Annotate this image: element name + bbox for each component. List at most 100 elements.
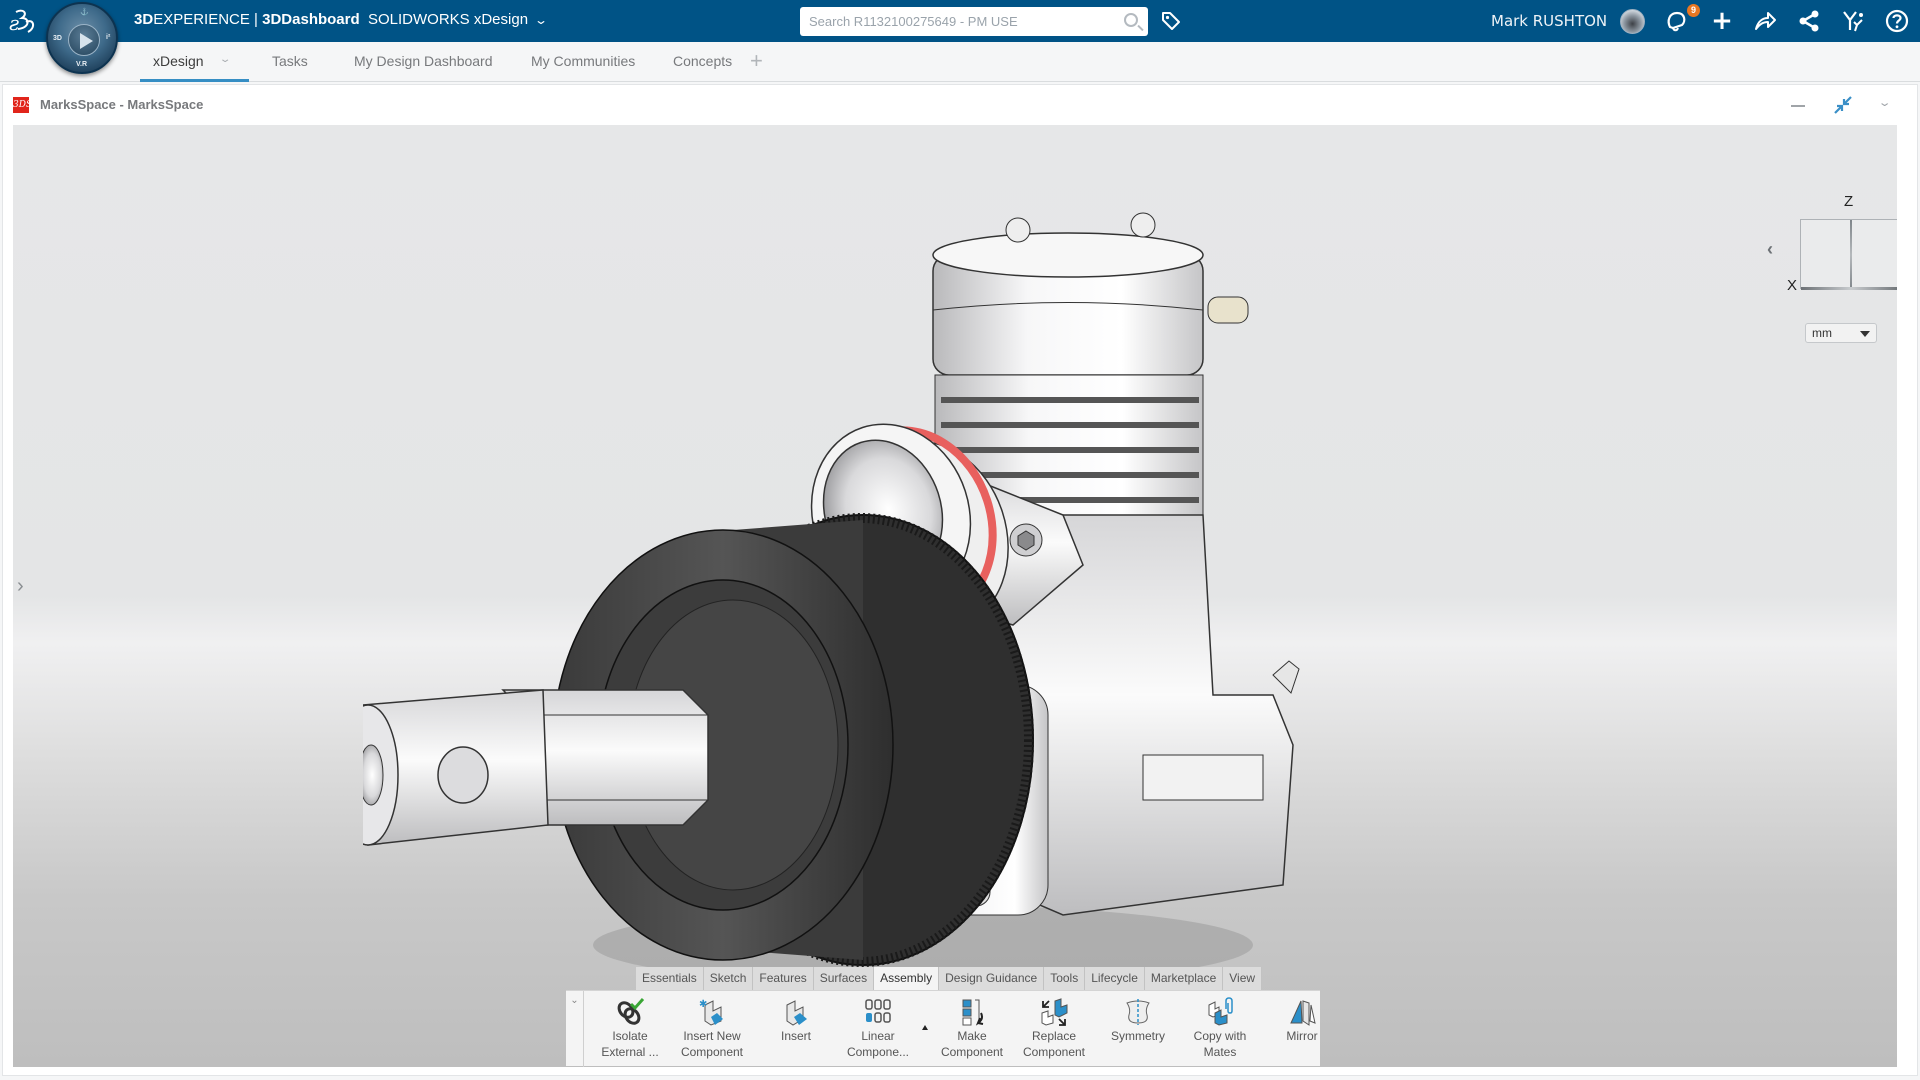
add-tab-icon[interactable]: + — [750, 48, 763, 74]
section-tab-lifecycle[interactable]: Lifecycle — [1085, 967, 1145, 990]
xdesign-widget: 3DS MarksSpace - MarksSpace ⌄ › ‹ Z X mm — [2, 84, 1918, 1076]
chevron-left-icon[interactable]: ‹ — [1767, 239, 1773, 260]
units-value: mm — [1812, 326, 1832, 340]
tag-icon[interactable] — [1160, 10, 1182, 32]
compass-apps-icon[interactable] — [1840, 8, 1866, 34]
widget-title: MarksSpace - MarksSpace — [40, 97, 204, 112]
replace-component-label-1: Replace — [1031, 1029, 1077, 1043]
search-box — [800, 7, 1148, 36]
section-tab-surfaces[interactable]: Surfaces — [813, 967, 875, 990]
widget-menu-chevron-icon[interactable]: ⌄ — [1878, 96, 1892, 109]
top-bar: ƨ ⚓ 3D i² V.R 3DEXPERIENCE | 3DDashboard… — [0, 0, 1920, 74]
chevron-down-icon[interactable]: ⌄ — [534, 13, 548, 27]
app-name: SOLIDWORKS xDesign — [368, 11, 529, 28]
widget-logo-icon: 3DS — [13, 97, 32, 113]
view-orientation-triad[interactable]: ‹ Z X Y — [1767, 185, 1897, 315]
linear-pattern-icon — [865, 999, 891, 1023]
social-icon[interactable] — [1796, 8, 1822, 34]
isolate-external-label-2: External ... — [601, 1045, 659, 1059]
symmetry-label: Symmetry — [1111, 1029, 1165, 1043]
dashboard-tab-bar: xDesign ⌄ Tasks My Design Dashboard My C… — [0, 42, 1920, 82]
section-tab-essentials[interactable]: Essentials — [636, 967, 704, 990]
section-tab-tools[interactable]: Tools — [1044, 967, 1086, 990]
search-input[interactable] — [809, 7, 1109, 36]
linear-component-pattern-button[interactable]: Linear Compone... — [838, 997, 918, 1059]
orientation-cube[interactable] — [1800, 219, 1897, 290]
svg-text:ƨ: ƨ — [9, 11, 19, 35]
section-tab-design-guidance[interactable]: Design Guidance — [939, 967, 1045, 990]
collapse-action-bar-icon[interactable]: ⌄ — [566, 991, 584, 1067]
tab-xdesign[interactable]: xDesign — [153, 53, 204, 69]
copy-with-mates-button[interactable]: Copy with Mates — [1180, 997, 1260, 1059]
section-tab-view[interactable]: View — [1223, 967, 1263, 990]
linear-component-label-1: Linear — [861, 1029, 895, 1043]
minimize-icon[interactable] — [1791, 105, 1805, 107]
insert-new-component-icon: ✱ — [699, 999, 723, 1026]
mirror-button[interactable]: Mirror — [1262, 997, 1342, 1046]
share-icon[interactable] — [1752, 8, 1778, 34]
insert-icon — [786, 1000, 807, 1026]
insert-button[interactable]: Insert — [756, 997, 836, 1046]
flyout-arrow-icon[interactable] — [922, 1025, 928, 1030]
make-component-label-1: Make — [957, 1029, 987, 1043]
expand-panel-chevron-icon[interactable]: › — [17, 575, 24, 598]
brand-rest: EXPERIENCE | — [153, 11, 263, 28]
compass-top-label: ⚓ — [80, 9, 89, 16]
section-tab-marketplace[interactable]: Marketplace — [1144, 967, 1224, 990]
search-icon[interactable] — [1124, 13, 1138, 27]
copy-with-mates-icon — [1208, 997, 1233, 1026]
tab-my-communities[interactable]: My Communities — [531, 53, 635, 69]
units-dropdown[interactable]: mm — [1805, 323, 1877, 343]
active-tab-indicator — [140, 79, 249, 82]
section-tab-assembly[interactable]: Assembly — [874, 967, 940, 992]
make-component-button[interactable]: Make Component — [932, 997, 1012, 1059]
insert-label: Insert — [780, 1029, 811, 1043]
isolate-external-label-1: Isolate — [612, 1029, 648, 1043]
avatar[interactable] — [1620, 9, 1645, 34]
axis-x-label: X — [1787, 277, 1798, 294]
insert-new-component-button[interactable]: ✱ Insert New Component — [672, 997, 752, 1059]
exit-fullscreen-icon[interactable] — [1833, 95, 1853, 115]
notification-icon[interactable] — [1664, 8, 1690, 34]
help-icon[interactable] — [1884, 8, 1910, 34]
make-component-icon — [962, 999, 984, 1026]
symmetry-button[interactable]: Symmetry — [1098, 997, 1178, 1046]
section-tab-sketch[interactable]: Sketch — [703, 967, 754, 990]
section-tab-features[interactable]: Features — [753, 967, 814, 990]
output-shaft — [363, 689, 709, 846]
action-bar: ⌄ Isolate External ... ✱ Insert New Comp… — [566, 990, 1320, 1067]
tab-my-design-dashboard[interactable]: My Design Dashboard — [354, 53, 493, 69]
compass-play-icon[interactable] — [68, 24, 100, 56]
compass-right-label: i² — [106, 34, 111, 41]
copy-with-mates-label-1: Copy with — [1193, 1029, 1247, 1043]
add-icon[interactable]: + — [1709, 8, 1735, 34]
mirror-icon — [1290, 1000, 1316, 1026]
tab-tasks[interactable]: Tasks — [272, 53, 308, 69]
svg-text:✱: ✱ — [699, 999, 707, 1010]
dassault-logo-icon[interactable]: ƨ — [6, 4, 40, 38]
notification-badge: 9 — [1687, 4, 1700, 17]
app-title[interactable]: 3DEXPERIENCE | 3DDashboard SOLIDWORKS xD… — [134, 11, 548, 28]
make-component-label-2: Component — [940, 1045, 1004, 1059]
insert-new-component-label-2: Component — [680, 1045, 744, 1059]
tab-concepts[interactable]: Concepts — [673, 53, 732, 69]
isolate-external-button[interactable]: Isolate External ... — [590, 997, 670, 1059]
copy-with-mates-label-2: Mates — [1203, 1045, 1237, 1059]
user-name[interactable]: Mark RUSHTON — [1491, 12, 1607, 30]
insert-new-component-label-1: Insert New — [683, 1029, 741, 1043]
3d-model-engine-assembly[interactable] — [363, 185, 1443, 1015]
compass-button[interactable]: ⚓ 3D i² V.R — [46, 2, 118, 74]
mirror-label: Mirror — [1286, 1029, 1318, 1043]
chevron-down-icon[interactable]: ⌄ — [219, 54, 232, 65]
isolate-external-icon — [617, 998, 645, 1025]
linear-component-label-2: Compone... — [846, 1045, 910, 1059]
replace-component-button[interactable]: Replace Component — [1014, 997, 1094, 1059]
dropdown-caret-icon — [1860, 331, 1870, 337]
brand-bold: 3D — [134, 11, 154, 28]
axis-z-label: Z — [1844, 193, 1854, 210]
3d-viewport[interactable]: › ‹ Z X mm — [13, 125, 1897, 1067]
symmetry-icon — [1126, 999, 1150, 1025]
replace-component-label-2: Component — [1022, 1045, 1086, 1059]
compass-bottom-label: V.R — [76, 61, 88, 68]
action-bar-section-tabs: Essentials Sketch Features Surfaces Asse… — [636, 967, 1263, 992]
